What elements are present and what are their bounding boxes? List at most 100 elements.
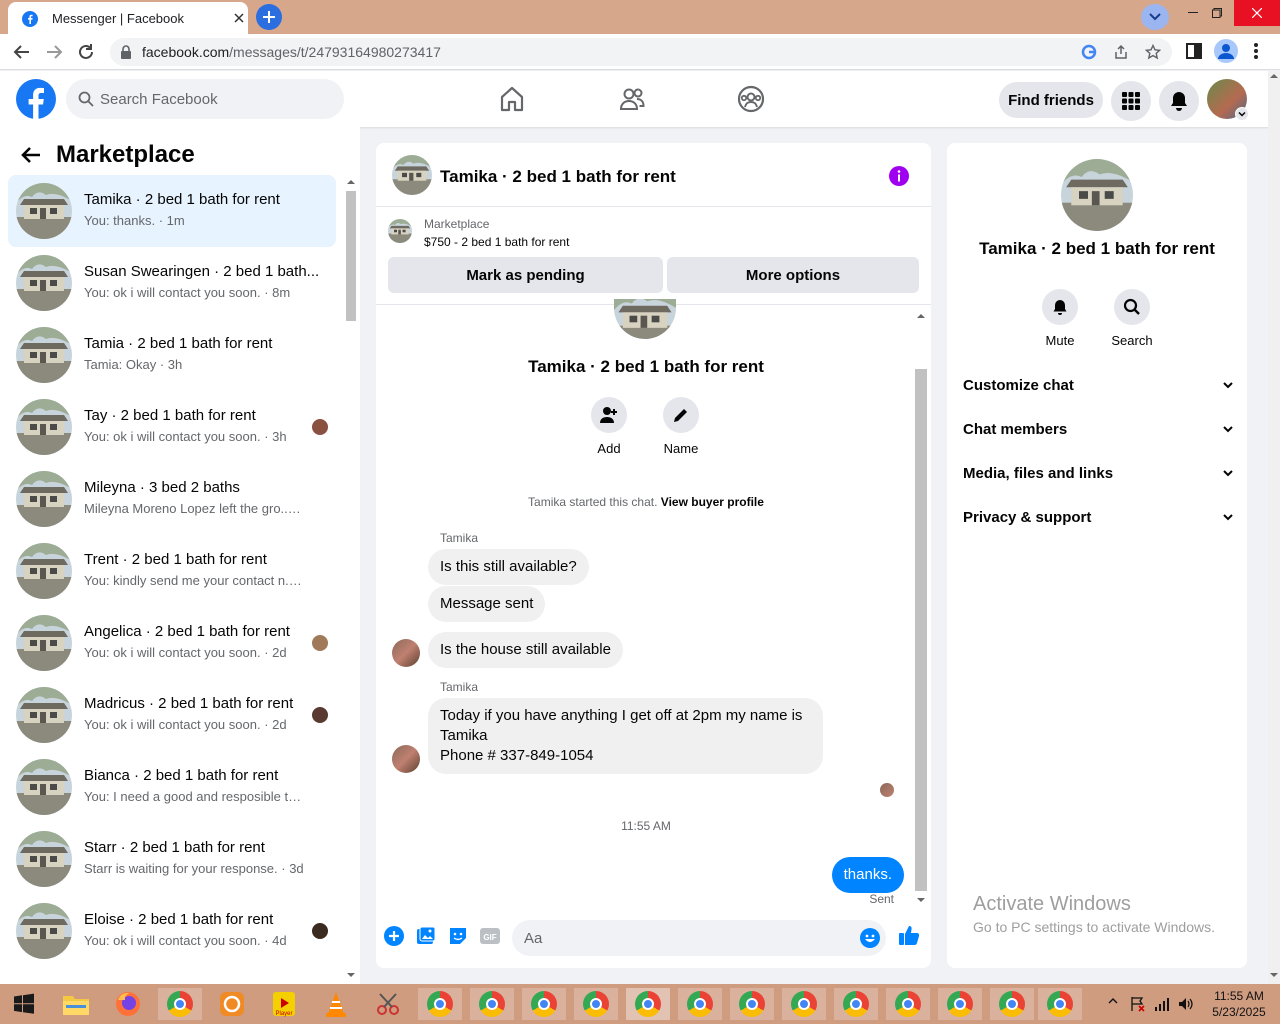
message-bubble[interactable]: Is the house still available: [428, 632, 623, 668]
window-close-button[interactable]: [1234, 0, 1280, 26]
chevron-down-icon[interactable]: [1235, 107, 1249, 121]
chat-scrollbar[interactable]: [915, 311, 927, 911]
facebook-search-input[interactable]: [100, 79, 330, 119]
notifications-button[interactable]: [1159, 81, 1199, 121]
emoji-icon[interactable]: [860, 928, 880, 948]
reload-icon[interactable]: [77, 43, 95, 61]
browser-profile-icon[interactable]: [1214, 39, 1238, 63]
info-icon[interactable]: [888, 165, 910, 187]
message-input[interactable]: [524, 920, 844, 956]
bookmark-star-icon[interactable]: [1145, 44, 1161, 60]
photo-icon[interactable]: [416, 926, 436, 946]
conversation-item[interactable]: Eloise · 2 bed 1 bath for rent You: ok i …: [8, 895, 336, 967]
action-center-flag-icon[interactable]: [1130, 996, 1146, 1012]
chrome-taskbar-icon[interactable]: [418, 988, 462, 1020]
friends-icon[interactable]: [618, 85, 646, 113]
conversation-item[interactable]: Susan Swearingen · 2 bed 1 bath... You: o…: [8, 247, 336, 319]
info-section-item[interactable]: Chat members: [963, 407, 1235, 451]
groups-icon[interactable]: [737, 85, 765, 113]
back-arrow-icon[interactable]: [13, 43, 31, 61]
uc-browser-icon[interactable]: [210, 988, 254, 1020]
conversation-item[interactable]: Starr · 2 bed 1 bath for rent Starr is wa…: [8, 823, 336, 895]
thumbs-up-icon[interactable]: [898, 924, 920, 946]
address-bar[interactable]: facebook.com/messages/t/2479316498027341…: [110, 38, 1172, 66]
account-avatar[interactable]: [1207, 79, 1249, 121]
snipping-tool-icon[interactable]: [366, 988, 410, 1020]
file-explorer-icon[interactable]: [54, 988, 98, 1020]
volume-icon[interactable]: [1178, 996, 1194, 1012]
browser-tab[interactable]: Messenger | Facebook: [8, 2, 248, 34]
message-bubble[interactable]: Today if you have anything I get off at …: [428, 698, 823, 774]
conversation-item[interactable]: Bianca · 2 bed 1 bath for rent You: I nee…: [8, 751, 336, 823]
edit-name-action[interactable]: Name: [651, 397, 711, 456]
add-people-action[interactable]: Add: [579, 397, 639, 456]
share-icon[interactable]: [1113, 44, 1129, 60]
chrome-taskbar-icon[interactable]: [782, 988, 826, 1020]
chrome-taskbar-icon[interactable]: [470, 988, 514, 1020]
sticker-icon[interactable]: [448, 926, 468, 946]
vlc-icon[interactable]: [314, 988, 358, 1020]
message-bubble[interactable]: Message sent: [428, 586, 546, 622]
tab-close-icon[interactable]: [231, 10, 247, 26]
media-player-icon[interactable]: Player: [262, 988, 306, 1020]
chrome-taskbar-icon[interactable]: [522, 988, 566, 1020]
view-buyer-profile-link[interactable]: View buyer profile: [661, 495, 764, 509]
conversation-item[interactable]: Tamia · 2 bed 1 bath for rent Tamia: Okay…: [8, 319, 336, 391]
info-section-item[interactable]: Customize chat: [963, 363, 1235, 407]
facebook-search-box[interactable]: [66, 79, 344, 119]
firefox-icon[interactable]: [106, 988, 150, 1020]
back-arrow-icon[interactable]: [20, 144, 42, 166]
forward-arrow-icon[interactable]: [45, 43, 63, 61]
google-icon[interactable]: [1081, 44, 1097, 60]
taskbar-clock[interactable]: 11:55 AM 5/23/2025: [1206, 988, 1272, 1020]
chat-title[interactable]: Tamika · 2 bed 1 bath for rent: [440, 167, 676, 187]
new-tab-button[interactable]: [256, 4, 282, 30]
chrome-taskbar-icon[interactable]: [834, 988, 878, 1020]
message-bubble[interactable]: Is this still available?: [428, 549, 589, 585]
search-in-chat-action[interactable]: Search: [1102, 289, 1162, 348]
info-section-item[interactable]: Media, files and links: [963, 451, 1235, 495]
tab-search-button[interactable]: [1141, 4, 1169, 30]
chrome-taskbar-icon[interactable]: [938, 988, 982, 1020]
listing-price-title[interactable]: $750 - 2 bed 1 bath for rent: [424, 235, 569, 249]
sidebar-toggle-icon[interactable]: [1185, 42, 1203, 60]
network-icon[interactable]: [1154, 996, 1170, 1012]
listing-thumbnail[interactable]: [388, 219, 412, 243]
plus-circle-icon[interactable]: [384, 926, 404, 946]
chrome-taskbar-icon[interactable]: [678, 988, 722, 1020]
tray-chevron-up-icon[interactable]: [1108, 996, 1118, 1006]
conversation-item[interactable]: Tay · 2 bed 1 bath for rent You: ok i wil…: [8, 391, 336, 463]
conversation-item[interactable]: Trent · 2 bed 1 bath for rent You: kindly…: [8, 535, 336, 607]
info-section-item[interactable]: Privacy & support: [963, 495, 1235, 539]
scrollbar-thumb[interactable]: [346, 191, 356, 321]
listing-avatar[interactable]: [392, 155, 432, 195]
lock-icon[interactable]: [120, 45, 132, 59]
scrollbar-thumb[interactable]: [915, 369, 927, 891]
page-scrollbar[interactable]: [1268, 71, 1280, 984]
conversation-item[interactable]: Mileyna · 3 bed 2 baths Mileyna Moreno Lo…: [8, 463, 336, 535]
browser-menu-icon[interactable]: [1254, 42, 1258, 60]
chrome-taskbar-icon[interactable]: [730, 988, 774, 1020]
mark-as-pending-button[interactable]: Mark as pending: [388, 257, 663, 293]
gif-icon[interactable]: GIF: [480, 926, 500, 946]
chrome-taskbar-icon[interactable]: [626, 988, 670, 1020]
chrome-taskbar-icon[interactable]: [1038, 988, 1082, 1020]
chrome-taskbar-icon[interactable]: [990, 988, 1034, 1020]
home-icon[interactable]: [498, 85, 526, 113]
find-friends-button[interactable]: Find friends: [999, 82, 1103, 118]
conversation-item[interactable]: Tamika · 2 bed 1 bath for rent You: thank…: [8, 175, 336, 247]
sidebar-scrollbar[interactable]: [344, 177, 358, 985]
chrome-taskbar-icon[interactable]: [574, 988, 618, 1020]
windows-start-icon[interactable]: [2, 988, 46, 1020]
sender-avatar[interactable]: [392, 639, 420, 667]
sender-avatar[interactable]: [392, 745, 420, 773]
more-options-button[interactable]: More options: [667, 257, 919, 293]
my-message-bubble[interactable]: thanks.: [831, 857, 904, 893]
conversation-item[interactable]: Madricus · 2 bed 1 bath for rent You: ok …: [8, 679, 336, 751]
facebook-logo-icon[interactable]: [16, 79, 56, 119]
conversation-item[interactable]: Angelica · 2 bed 1 bath for rent You: ok …: [8, 607, 336, 679]
message-input-box[interactable]: [512, 920, 886, 956]
menu-grid-button[interactable]: [1111, 81, 1151, 121]
chrome-taskbar-icon[interactable]: [886, 988, 930, 1020]
chrome-taskbar-icon[interactable]: [158, 988, 202, 1020]
